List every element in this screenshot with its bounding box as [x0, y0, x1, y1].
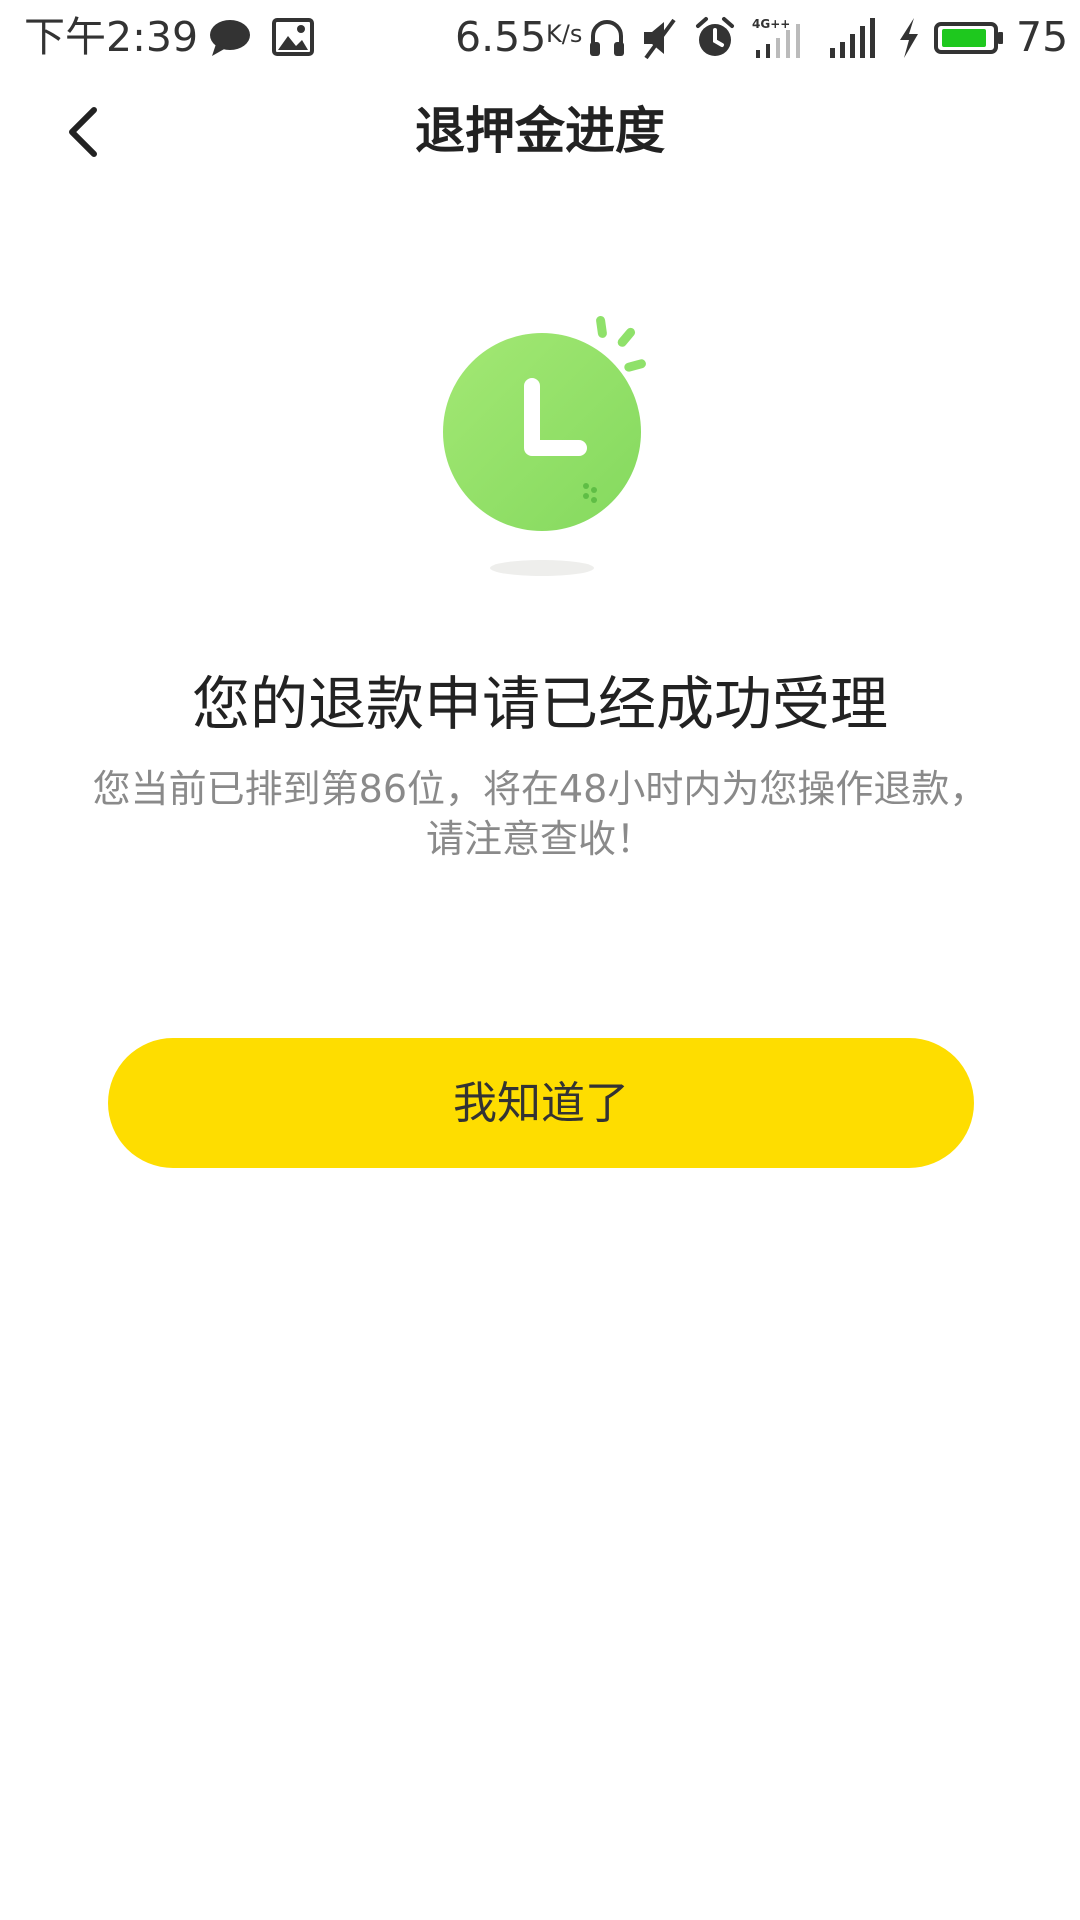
headphones-icon — [590, 20, 624, 56]
result-description-line: 您当前已排到第86位，将在48小时内为您操作退款， — [92, 767, 988, 811]
battery-icon — [934, 22, 1003, 54]
network-speed-unit: K/s — [546, 20, 583, 48]
signal-4g-icon: 4G++ — [752, 17, 800, 58]
gallery-icon — [272, 18, 314, 56]
alarm-icon — [696, 17, 734, 56]
clock-icon — [443, 315, 646, 576]
result-title: 您的退款申请已经成功受理 — [191, 670, 888, 738]
status-time: 下午2:39 — [24, 13, 199, 61]
chat-icon — [210, 20, 250, 56]
confirm-button[interactable]: 我知道了 — [108, 1038, 974, 1168]
signal-icon — [830, 18, 875, 58]
svg-text:4G++: 4G++ — [752, 17, 790, 31]
charging-icon — [900, 18, 918, 58]
result-description: 您当前已排到第86位，将在48小时内为您操作退款， 请注意查收！ — [60, 764, 1020, 864]
page-title: 退押金进度 — [415, 102, 665, 160]
mute-icon — [644, 18, 676, 60]
status-bar: 下午2:39 6.55 K/s 4G++ 75 — [0, 0, 1080, 74]
result-description-line: 请注意查收！ — [425, 817, 654, 861]
network-speed: 6.55 — [455, 13, 547, 61]
battery-level: 75 — [1016, 13, 1069, 61]
